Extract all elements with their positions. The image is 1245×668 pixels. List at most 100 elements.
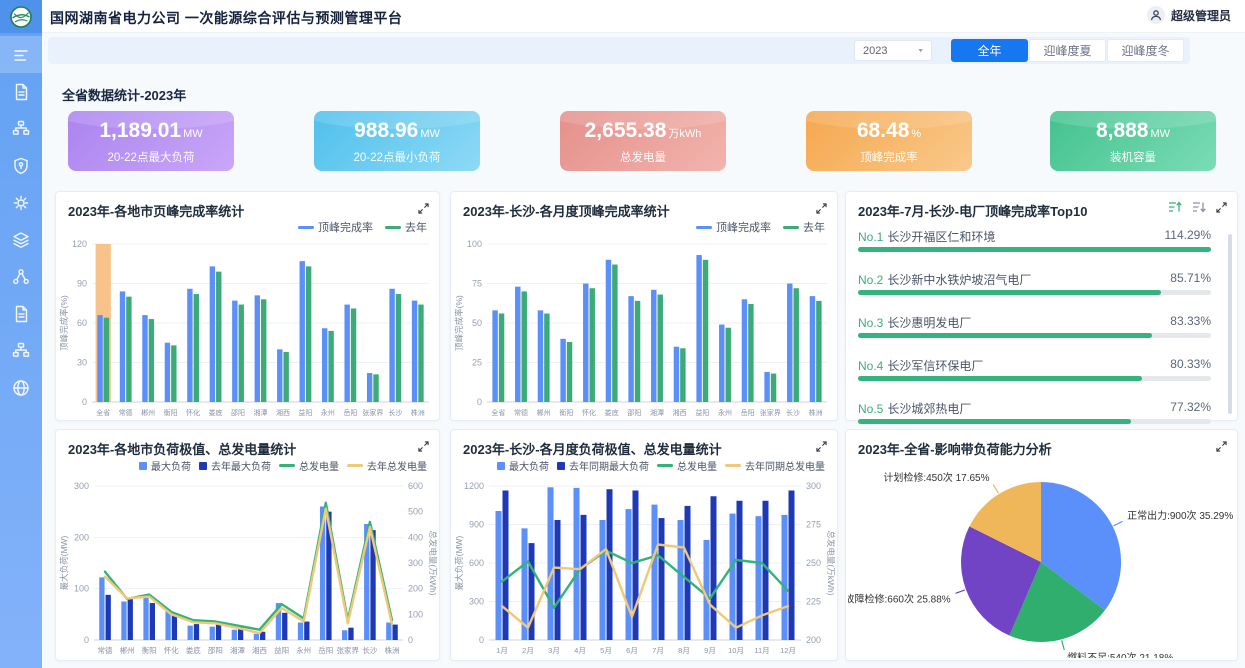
period-button-summer-peak[interactable]: 迎峰度夏 (1029, 39, 1106, 62)
legend-item[interactable]: 顶峰完成率 (696, 219, 771, 235)
svg-text:总发电量(万kWh): 总发电量(万kWh) (428, 530, 437, 595)
expand-icon[interactable] (816, 201, 827, 219)
top10-rank: No.3 (858, 316, 883, 330)
svg-text:8月: 8月 (678, 646, 690, 655)
legend-item[interactable]: 顶峰完成率 (298, 219, 373, 235)
sidebar-item-org-chart-2[interactable] (0, 332, 42, 369)
user-menu[interactable]: 超级管理员 (1147, 6, 1231, 24)
main-content: 2023 ▾ 全年 迎峰度夏 迎峰度冬 全省数据统计-2023年 1,189.0… (42, 33, 1245, 668)
top10-row: No.2长沙新中水铁炉坡沼气电厂85.71% (858, 265, 1211, 308)
sort-ascending-icon[interactable] (1168, 200, 1182, 218)
expand-icon[interactable] (1216, 200, 1227, 218)
sidebar-item-globe-2[interactable] (0, 369, 42, 406)
stat-label: 总发电量 (560, 149, 726, 165)
svg-text:300: 300 (74, 481, 89, 491)
legend-label: 去年最大负荷 (211, 458, 271, 473)
expand-icon[interactable] (418, 201, 429, 219)
svg-text:娄底: 娄底 (186, 645, 201, 655)
year-select[interactable]: 2023 ▾ (854, 40, 932, 61)
filter-bar: 2023 ▾ 全年 迎峰度夏 迎峰度冬 (48, 37, 1190, 64)
legend-swatch (657, 464, 673, 467)
svg-text:400: 400 (408, 532, 423, 542)
svg-text:75: 75 (472, 279, 482, 289)
card-city-peak-chart: 2023年-各地市页峰完成率统计 顶峰完成率去年 0306090120全省常德郴… (55, 191, 440, 421)
svg-text:衡阳: 衡阳 (142, 645, 157, 655)
pie-label: 计划检修:450次 17.65% (883, 471, 989, 484)
svg-text:怀化: 怀化 (186, 408, 200, 417)
legend-item[interactable]: 去年 (783, 219, 825, 235)
svg-text:张家界: 张家界 (337, 645, 360, 655)
svg-text:郴州: 郴州 (141, 408, 155, 417)
top10-progress-fill (858, 419, 1131, 424)
svg-text:岳阳: 岳阳 (343, 408, 357, 417)
legend-swatch (783, 226, 799, 229)
legend-label: 顶峰完成率 (716, 219, 771, 235)
svg-text:株洲: 株洲 (411, 408, 425, 417)
user-icon (1147, 6, 1165, 24)
svg-text:常德: 常德 (514, 408, 528, 417)
top10-value: 114.29% (1165, 228, 1211, 242)
menu-icon (11, 45, 31, 65)
legend-item[interactable]: 去年同期最大负荷 (557, 458, 649, 473)
top10-scrollbar[interactable] (1228, 234, 1232, 414)
period-button-winter-peak[interactable]: 迎峰度冬 (1107, 39, 1184, 62)
sidebar-item-gear[interactable] (0, 184, 42, 221)
expand-icon[interactable] (816, 439, 827, 457)
svg-text:顶峰完成率(%): 顶峰完成率(%) (454, 295, 464, 351)
legend-item[interactable]: 去年最大负荷 (199, 458, 271, 473)
globe-icon (11, 378, 31, 398)
sort-descending-icon[interactable] (1192, 200, 1206, 218)
sidebar-item-org-chart[interactable] (0, 110, 42, 147)
chart-title: 2023年-各地市页峰完成率统计 (68, 201, 244, 220)
top10-row-label: No.5长沙城郊热电厂 (858, 400, 1211, 417)
page-title: 国网湖南省电力公司 一次能源综合评估与预测管理平台 (50, 8, 402, 28)
layers-icon (11, 230, 31, 250)
document-icon (11, 82, 31, 102)
expand-icon[interactable] (418, 439, 429, 457)
period-button-all-year[interactable]: 全年 (951, 39, 1028, 62)
svg-text:100: 100 (408, 609, 423, 619)
state-grid-logo-icon (9, 5, 33, 29)
svg-text:0: 0 (479, 635, 484, 645)
svg-text:275: 275 (806, 520, 821, 530)
svg-text:600: 600 (408, 481, 423, 491)
svg-text:3月: 3月 (548, 646, 560, 655)
document-icon (11, 304, 31, 324)
expand-icon[interactable] (1216, 439, 1227, 457)
svg-text:总发电量(万kWh): 总发电量(万kWh) (826, 530, 835, 595)
svg-text:郴州: 郴州 (120, 646, 135, 655)
org-chart-icon (11, 119, 31, 139)
top10-value: 83.33% (1170, 314, 1211, 328)
legend-item[interactable]: 最大负荷 (139, 458, 191, 473)
legend-label: 去年总发电量 (367, 458, 427, 473)
svg-text:全省: 全省 (96, 408, 110, 417)
legend-swatch (347, 464, 363, 467)
sidebar-item-layers[interactable] (0, 221, 42, 258)
legend-item[interactable]: 最大负荷 (497, 458, 549, 473)
sidebar-item-share-nodes[interactable] (0, 258, 42, 295)
legend-item[interactable]: 去年总发电量 (347, 458, 427, 473)
top10-progress-track (858, 333, 1211, 338)
legend-label: 最大负荷 (151, 458, 191, 473)
legend-label: 最大负荷 (509, 458, 549, 473)
legend-item[interactable]: 总发电量 (279, 458, 339, 473)
sidebar-item-document-2[interactable] (0, 295, 42, 332)
svg-text:0: 0 (408, 635, 413, 645)
svg-text:邵阳: 邵阳 (627, 408, 641, 417)
stat-card-peak-completion: 68.48% 顶峰完成率 (806, 111, 972, 171)
chevron-down-icon: ▾ (918, 46, 923, 55)
svg-text:益阳: 益阳 (298, 408, 312, 417)
sidebar-item-document[interactable] (0, 73, 42, 110)
sidebar-item-menu[interactable] (0, 36, 42, 73)
app-logo (0, 0, 42, 33)
svg-text:怀化: 怀化 (582, 408, 596, 417)
stat-unit: % (911, 128, 921, 140)
sidebar-item-shield[interactable] (0, 147, 42, 184)
legend-item[interactable]: 去年同期总发电量 (725, 458, 825, 473)
stat-value: 68.48% (806, 119, 972, 146)
svg-text:250: 250 (806, 558, 821, 568)
legend-item[interactable]: 总发电量 (657, 458, 717, 473)
legend-item[interactable]: 去年 (385, 219, 427, 235)
legend: 最大负荷去年同期最大负荷总发电量去年同期总发电量 (497, 458, 825, 473)
svg-text:张家界: 张家界 (760, 408, 781, 417)
